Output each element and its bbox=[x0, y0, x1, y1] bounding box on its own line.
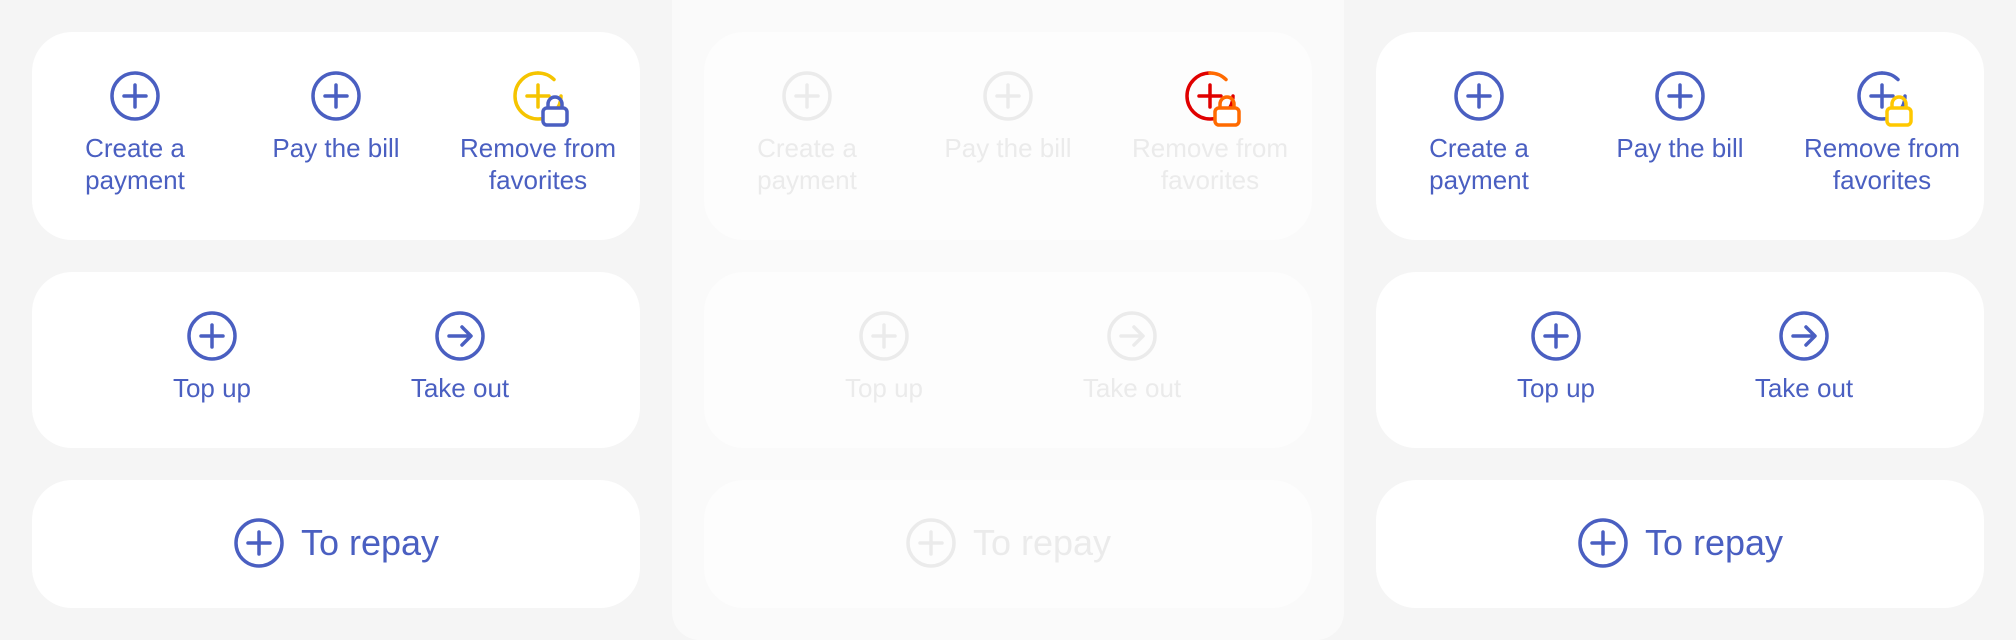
plus-circle-icon bbox=[109, 70, 161, 122]
actions-card-bottom: To repay bbox=[1376, 480, 1984, 608]
take-out-label: Take out bbox=[1754, 373, 1854, 403]
create-payment-button[interactable]: Create a payment bbox=[1379, 70, 1579, 196]
remove-favorites-button[interactable]: Remove from favorites bbox=[1110, 70, 1310, 196]
actions-card-top: Create a payment Pay the bill Remove fro… bbox=[32, 32, 640, 240]
actions-card-top: Create a payment Pay the bill Remove fro… bbox=[704, 32, 1312, 240]
to-repay-label: To repay bbox=[1644, 522, 1784, 563]
panel-default-1: Create a payment Pay the bill Remove fro… bbox=[0, 0, 672, 640]
plus-circle-icon bbox=[1530, 310, 1582, 362]
plus-circle-icon bbox=[1577, 517, 1629, 569]
arrow-right-circle-icon bbox=[434, 310, 486, 362]
pay-bill-label: Pay the bill bbox=[1616, 133, 1744, 163]
remove-favorites-button[interactable]: Remove from favorites bbox=[438, 70, 638, 196]
lock-icon bbox=[1213, 95, 1241, 127]
actions-card-mid: Top up Take out bbox=[32, 272, 640, 448]
pay-bill-button[interactable]: Pay the bill bbox=[1580, 70, 1780, 164]
lock-icon bbox=[541, 95, 569, 127]
to-repay-button[interactable]: To repay bbox=[704, 517, 1312, 569]
top-up-label: Top up bbox=[172, 373, 252, 403]
create-payment-button[interactable]: Create a payment bbox=[707, 70, 907, 196]
panel-default-2: Create a payment Pay the bill Remove fro… bbox=[1344, 0, 2016, 640]
remove-favorites-label: Remove from favorites bbox=[459, 133, 617, 195]
top-up-label: Top up bbox=[1516, 373, 1596, 403]
create-payment-label: Create a payment bbox=[1429, 133, 1529, 195]
top-up-label: Top up bbox=[844, 373, 924, 403]
plus-circle-icon bbox=[233, 517, 285, 569]
take-out-button[interactable]: Take out bbox=[1032, 310, 1232, 404]
panel-disabled: Create a payment Pay the bill Remove fro… bbox=[672, 0, 1344, 640]
remove-favorites-label: Remove from favorites bbox=[1131, 133, 1289, 195]
top-up-button[interactable]: Top up bbox=[1456, 310, 1656, 404]
to-repay-button[interactable]: To repay bbox=[1376, 517, 1984, 569]
take-out-button[interactable]: Take out bbox=[1704, 310, 1904, 404]
create-payment-label: Create a payment bbox=[757, 133, 857, 195]
create-payment-button[interactable]: Create a payment bbox=[35, 70, 235, 196]
take-out-label: Take out bbox=[1082, 373, 1182, 403]
top-up-button[interactable]: Top up bbox=[784, 310, 984, 404]
actions-card-bottom: To repay bbox=[32, 480, 640, 608]
to-repay-button[interactable]: To repay bbox=[32, 517, 640, 569]
pay-bill-button[interactable]: Pay the bill bbox=[236, 70, 436, 164]
actions-card-mid: Top up Take out bbox=[1376, 272, 1984, 448]
actions-card-bottom: To repay bbox=[704, 480, 1312, 608]
remove-favorites-label: Remove from favorites bbox=[1803, 133, 1961, 195]
plus-circle-icon bbox=[1184, 70, 1241, 127]
to-repay-label: To repay bbox=[300, 522, 440, 563]
to-repay-label: To repay bbox=[972, 522, 1112, 563]
plus-circle-icon bbox=[858, 310, 910, 362]
plus-circle-icon bbox=[310, 70, 362, 122]
arrow-right-circle-icon bbox=[1106, 310, 1158, 362]
plus-circle-icon bbox=[512, 70, 569, 127]
actions-card-top: Create a payment Pay the bill Remove fro… bbox=[1376, 32, 1984, 240]
plus-circle-icon bbox=[186, 310, 238, 362]
pay-bill-label: Pay the bill bbox=[272, 133, 400, 163]
remove-favorites-button[interactable]: Remove from favorites bbox=[1782, 70, 1982, 196]
pay-bill-button[interactable]: Pay the bill bbox=[908, 70, 1108, 164]
top-up-button[interactable]: Top up bbox=[112, 310, 312, 404]
plus-circle-icon bbox=[1453, 70, 1505, 122]
lock-icon bbox=[1885, 95, 1913, 127]
plus-circle-icon bbox=[982, 70, 1034, 122]
plus-circle-icon bbox=[1856, 70, 1913, 127]
plus-circle-icon bbox=[905, 517, 957, 569]
plus-circle-icon bbox=[781, 70, 833, 122]
create-payment-label: Create a payment bbox=[85, 133, 185, 195]
plus-circle-icon bbox=[1654, 70, 1706, 122]
pay-bill-label: Pay the bill bbox=[944, 133, 1072, 163]
actions-card-mid: Top up Take out bbox=[704, 272, 1312, 448]
take-out-label: Take out bbox=[410, 373, 510, 403]
take-out-button[interactable]: Take out bbox=[360, 310, 560, 404]
arrow-right-circle-icon bbox=[1778, 310, 1830, 362]
